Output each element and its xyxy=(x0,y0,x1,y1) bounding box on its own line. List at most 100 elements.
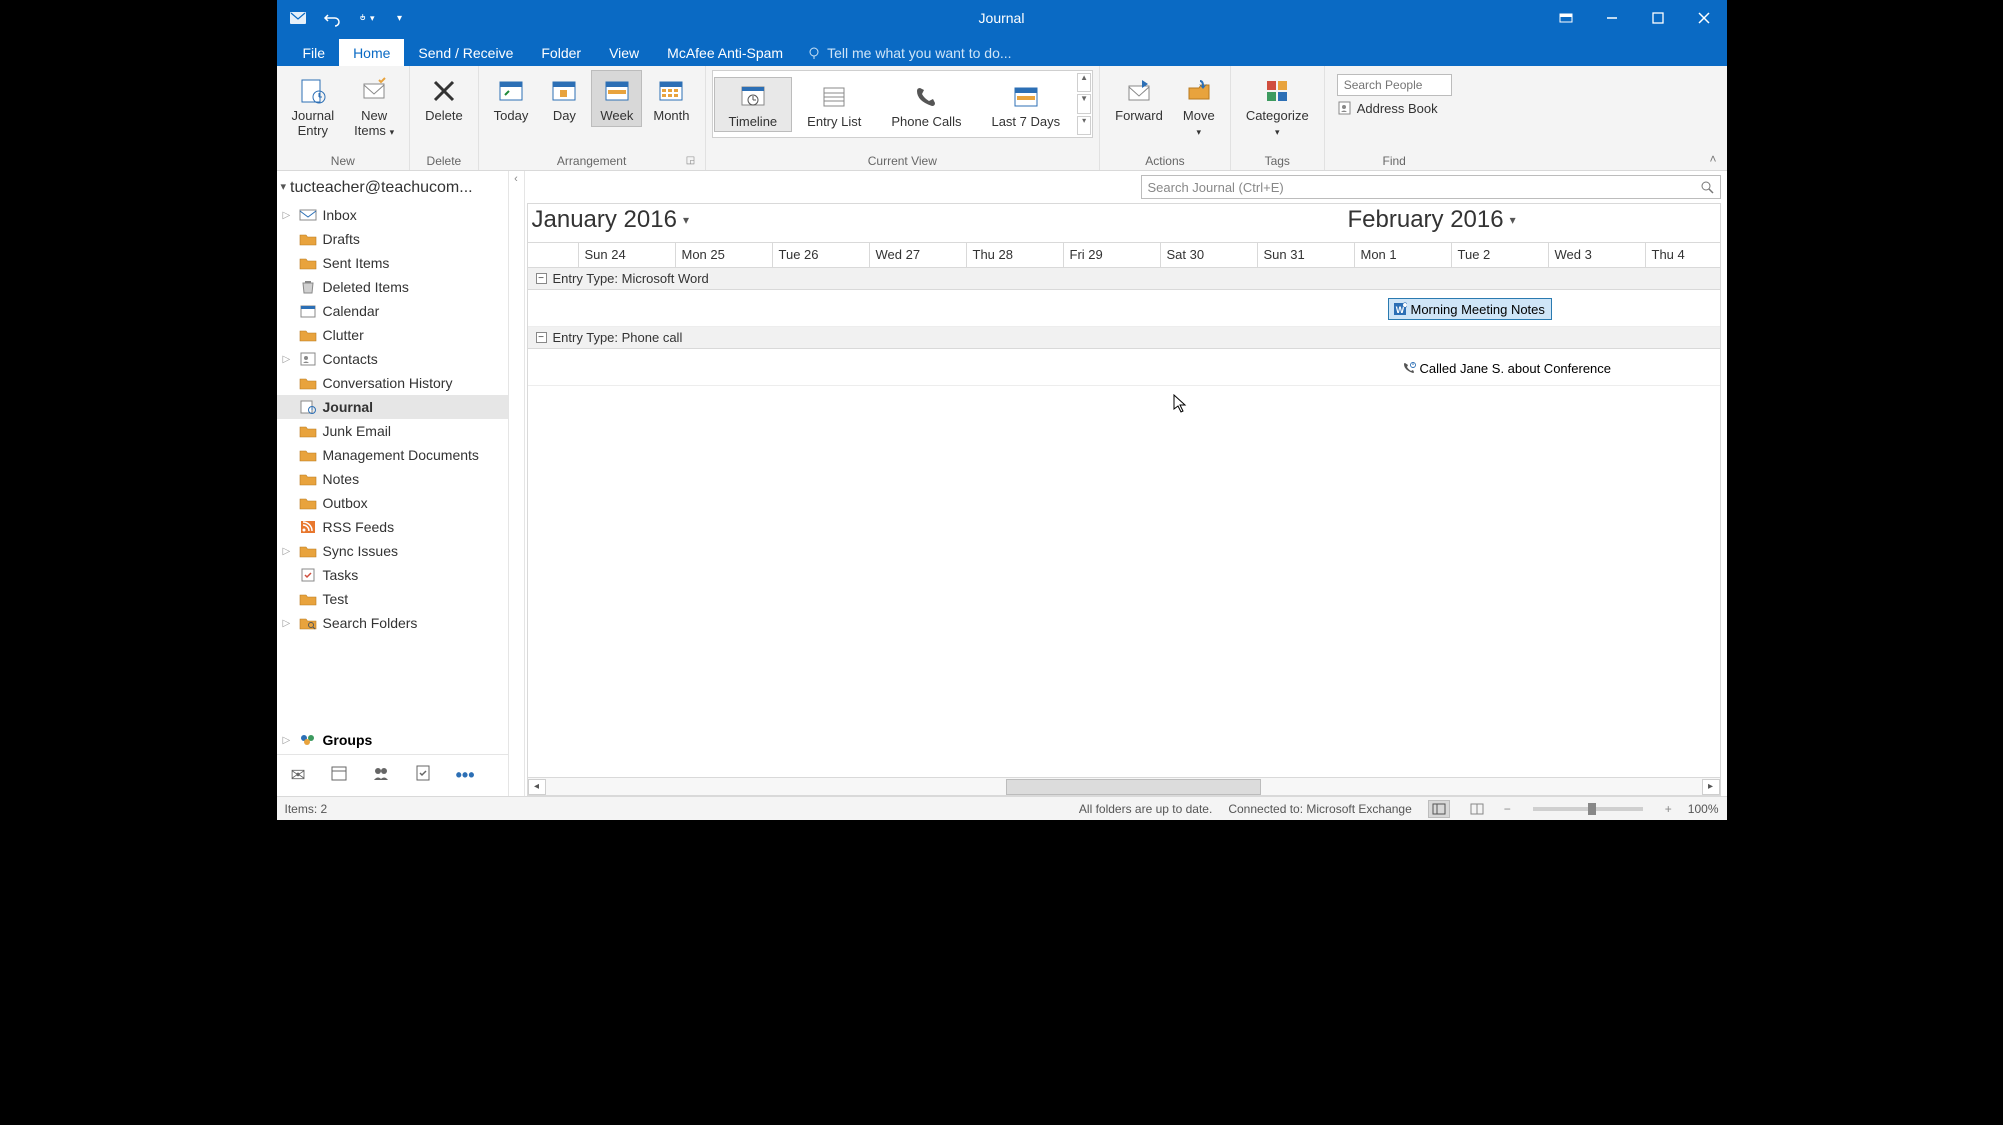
collapse-group-icon[interactable]: − xyxy=(536,332,547,343)
current-view-gallery: Timeline Entry List Phone Calls Last 7 D… xyxy=(712,70,1094,138)
day-column: Fri 29 xyxy=(1063,243,1103,267)
nav-folder-outbox[interactable]: Outbox xyxy=(277,491,508,515)
tell-me-search[interactable]: Tell me what you want to do... xyxy=(807,45,1011,66)
journal-entry[interactable]: WMorning Meeting Notes xyxy=(1388,298,1552,320)
nav-mail-icon[interactable]: ✉ xyxy=(291,765,306,786)
undo-icon[interactable] xyxy=(323,9,341,27)
day-button[interactable]: Day xyxy=(539,70,589,127)
nav-folder-conversation-history[interactable]: Conversation History xyxy=(277,371,508,395)
nav-folder-drafts[interactable]: Drafts xyxy=(277,227,508,251)
view-normal-icon[interactable] xyxy=(1428,800,1450,818)
minimize-button[interactable] xyxy=(1589,0,1635,36)
nav-folder-journal[interactable]: Journal xyxy=(277,395,508,419)
customize-qat-icon[interactable]: ▾ xyxy=(391,9,409,27)
zoom-out-icon[interactable]: − xyxy=(1504,802,1511,816)
search-journal-input[interactable]: Search Journal (Ctrl+E) xyxy=(1141,175,1721,199)
view-phone-calls-button[interactable]: Phone Calls xyxy=(876,77,976,132)
nav-tasks-icon[interactable] xyxy=(414,764,432,787)
week-button[interactable]: Week xyxy=(591,70,642,127)
status-bar: Items: 2 All folders are up to date. Con… xyxy=(277,796,1727,820)
account-header[interactable]: tucteacher@teachucom... xyxy=(277,171,508,203)
group-header-label: Entry Type: Phone call xyxy=(553,330,683,345)
collapse-group-icon[interactable]: − xyxy=(536,273,547,284)
tab-home[interactable]: Home xyxy=(339,39,404,66)
month-button[interactable]: Month xyxy=(644,70,698,127)
tab-mcafee[interactable]: McAfee Anti-Spam xyxy=(653,39,797,66)
scroll-thumb[interactable] xyxy=(1006,779,1261,795)
arrangement-launcher-icon[interactable]: ◲ xyxy=(685,155,697,167)
nav-people-icon[interactable] xyxy=(372,764,390,787)
search-people-input[interactable] xyxy=(1337,74,1452,96)
day-column: Wed 3 xyxy=(1548,243,1592,267)
qat-send-receive-all-icon[interactable] xyxy=(289,9,307,27)
touch-mouse-mode-icon[interactable]: ▾ xyxy=(357,9,375,27)
ribbon-display-options-icon[interactable] xyxy=(1543,0,1589,36)
categorize-button[interactable]: Categorize▾ xyxy=(1237,70,1318,142)
zoom-slider[interactable] xyxy=(1533,807,1643,811)
entry-list-icon xyxy=(819,82,849,112)
journal-entry-button[interactable]: Journal Entry xyxy=(283,70,344,142)
gallery-scroll[interactable]: ▲▼▾ xyxy=(1077,72,1091,136)
nav-groups[interactable]: ▷ Groups xyxy=(277,722,508,754)
tab-folder[interactable]: Folder xyxy=(527,39,595,66)
nav-folder-search-folders[interactable]: ▷Search Folders xyxy=(277,611,508,635)
nav-folder-rss-feeds[interactable]: RSS Feeds xyxy=(277,515,508,539)
ribbon: Journal Entry New Items ▾ New Delete Del… xyxy=(277,66,1727,171)
timeline-horizontal-scrollbar[interactable]: ◂ ▸ xyxy=(528,777,1720,795)
maximize-button[interactable] xyxy=(1635,0,1681,36)
folder-icon xyxy=(299,375,317,391)
nav-calendar-icon[interactable] xyxy=(330,764,348,787)
group-current-view-label: Current View xyxy=(712,150,1094,170)
nav-folder-test[interactable]: Test xyxy=(277,587,508,611)
nav-folder-contacts[interactable]: ▷Contacts xyxy=(277,347,508,371)
nav-collapse-handle[interactable]: ‹ xyxy=(509,171,525,796)
nav-folder-junk-email[interactable]: Junk Email xyxy=(277,419,508,443)
zoom-in-icon[interactable]: + xyxy=(1665,802,1672,816)
word-entry-icon: W xyxy=(1393,302,1407,316)
view-entry-list-button[interactable]: Entry List xyxy=(792,77,876,132)
rss-icon xyxy=(299,519,317,535)
nav-folder-sent-items[interactable]: Sent Items xyxy=(277,251,508,275)
tab-view[interactable]: View xyxy=(595,39,653,66)
timeline-view: January 2016 ▾ February 2016 ▾ Sun 24Mon… xyxy=(527,203,1721,796)
view-timeline-button[interactable]: Timeline xyxy=(714,77,793,132)
collapse-ribbon-icon[interactable]: ˄ xyxy=(1699,148,1726,170)
view-last-7-days-button[interactable]: Last 7 Days xyxy=(976,77,1075,132)
address-book-button[interactable]: Address Book xyxy=(1337,100,1452,116)
nav-folder-tasks[interactable]: Tasks xyxy=(277,563,508,587)
today-label: Today xyxy=(494,109,529,124)
view-reading-icon[interactable] xyxy=(1466,800,1488,818)
groups-icon xyxy=(299,732,317,748)
timeline-group-header[interactable]: −Entry Type: Phone call xyxy=(528,327,1720,349)
close-button[interactable] xyxy=(1681,0,1727,36)
scroll-track[interactable] xyxy=(546,779,1702,795)
nav-more-icon[interactable]: ••• xyxy=(456,765,475,786)
nav-folder-clutter[interactable]: Clutter xyxy=(277,323,508,347)
day-column: Wed 27 xyxy=(869,243,921,267)
timeline-lane: WMorning Meeting Notes xyxy=(528,290,1720,327)
nav-folder-calendar[interactable]: Calendar xyxy=(277,299,508,323)
journal-entry[interactable]: Called Jane S. about Conference xyxy=(1398,357,1618,379)
nav-folder-management-documents[interactable]: Management Documents xyxy=(277,443,508,467)
timeline-group-header[interactable]: −Entry Type: Microsoft Word xyxy=(528,268,1720,290)
tab-file[interactable]: File xyxy=(289,39,340,66)
month-heading-february[interactable]: February 2016 ▾ xyxy=(1348,206,1516,234)
nav-folder-sync-issues[interactable]: ▷Sync Issues xyxy=(277,539,508,563)
forward-button[interactable]: Forward xyxy=(1106,70,1172,127)
scroll-right-icon[interactable]: ▸ xyxy=(1702,779,1720,795)
new-items-button[interactable]: New Items ▾ xyxy=(345,70,403,142)
nav-folder-notes[interactable]: Notes xyxy=(277,467,508,491)
zoom-level: 100% xyxy=(1688,802,1719,816)
scroll-left-icon[interactable]: ◂ xyxy=(528,779,546,795)
new-items-label: New Items ▾ xyxy=(354,109,394,139)
today-button[interactable]: Today xyxy=(485,70,538,127)
nav-folder-inbox[interactable]: ▷Inbox xyxy=(277,203,508,227)
delete-button[interactable]: Delete xyxy=(416,70,472,127)
move-button[interactable]: Move▾ xyxy=(1174,70,1224,142)
nav-folder-label: Journal xyxy=(323,399,374,415)
nav-folder-label: Contacts xyxy=(323,351,378,367)
tab-send-receive[interactable]: Send / Receive xyxy=(404,39,527,66)
nav-folder-deleted-items[interactable]: Deleted Items xyxy=(277,275,508,299)
month-heading-january[interactable]: January 2016 ▾ xyxy=(532,206,689,234)
month-label: Month xyxy=(653,109,689,124)
